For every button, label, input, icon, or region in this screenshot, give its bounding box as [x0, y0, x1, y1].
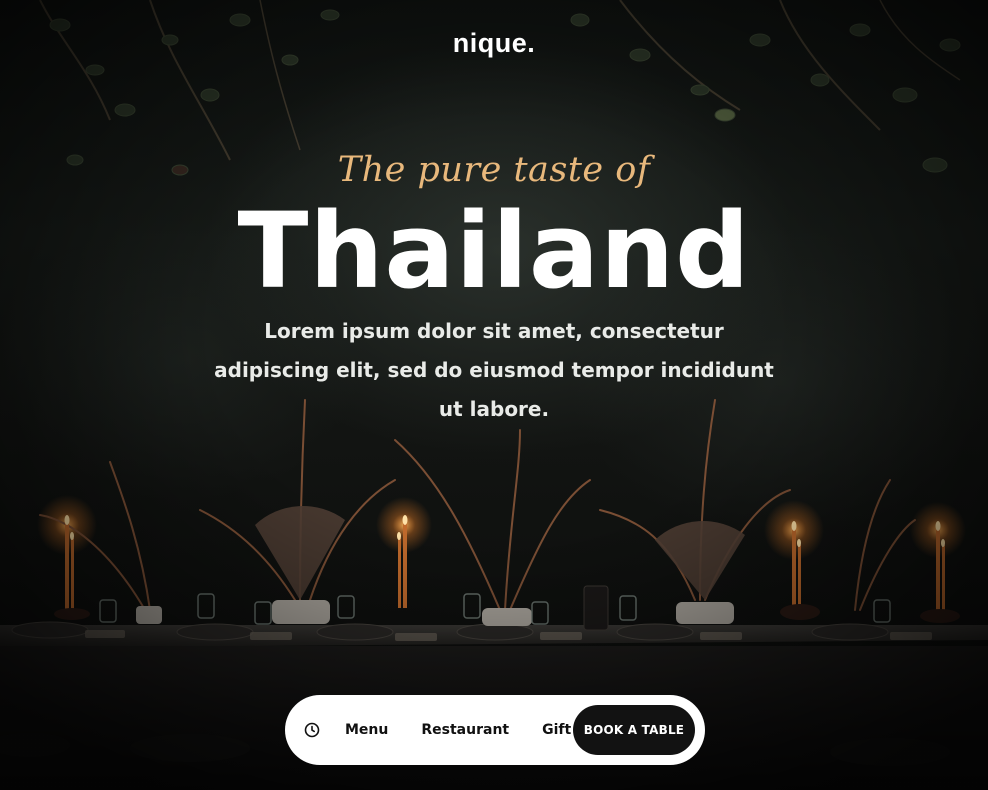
brand-logo[interactable]: nique. [0, 28, 988, 59]
bottom-navigation: Menu Restaurant Gift BOOK A TABLE [285, 695, 705, 765]
nav-link-menu[interactable]: Menu [345, 722, 388, 738]
book-a-table-button[interactable]: BOOK A TABLE [573, 705, 695, 755]
nav-link-restaurant[interactable]: Restaurant [421, 722, 509, 738]
nav-link-gift[interactable]: Gift [542, 722, 571, 738]
clock-icon-glyph [304, 722, 320, 738]
hero-tagline: The pure taste of [337, 150, 651, 190]
hero-description: Lorem ipsum dolor sit amet, consectetur … [214, 319, 774, 421]
clock-icon[interactable] [299, 717, 325, 743]
hero-headline: Thailand [237, 190, 751, 312]
